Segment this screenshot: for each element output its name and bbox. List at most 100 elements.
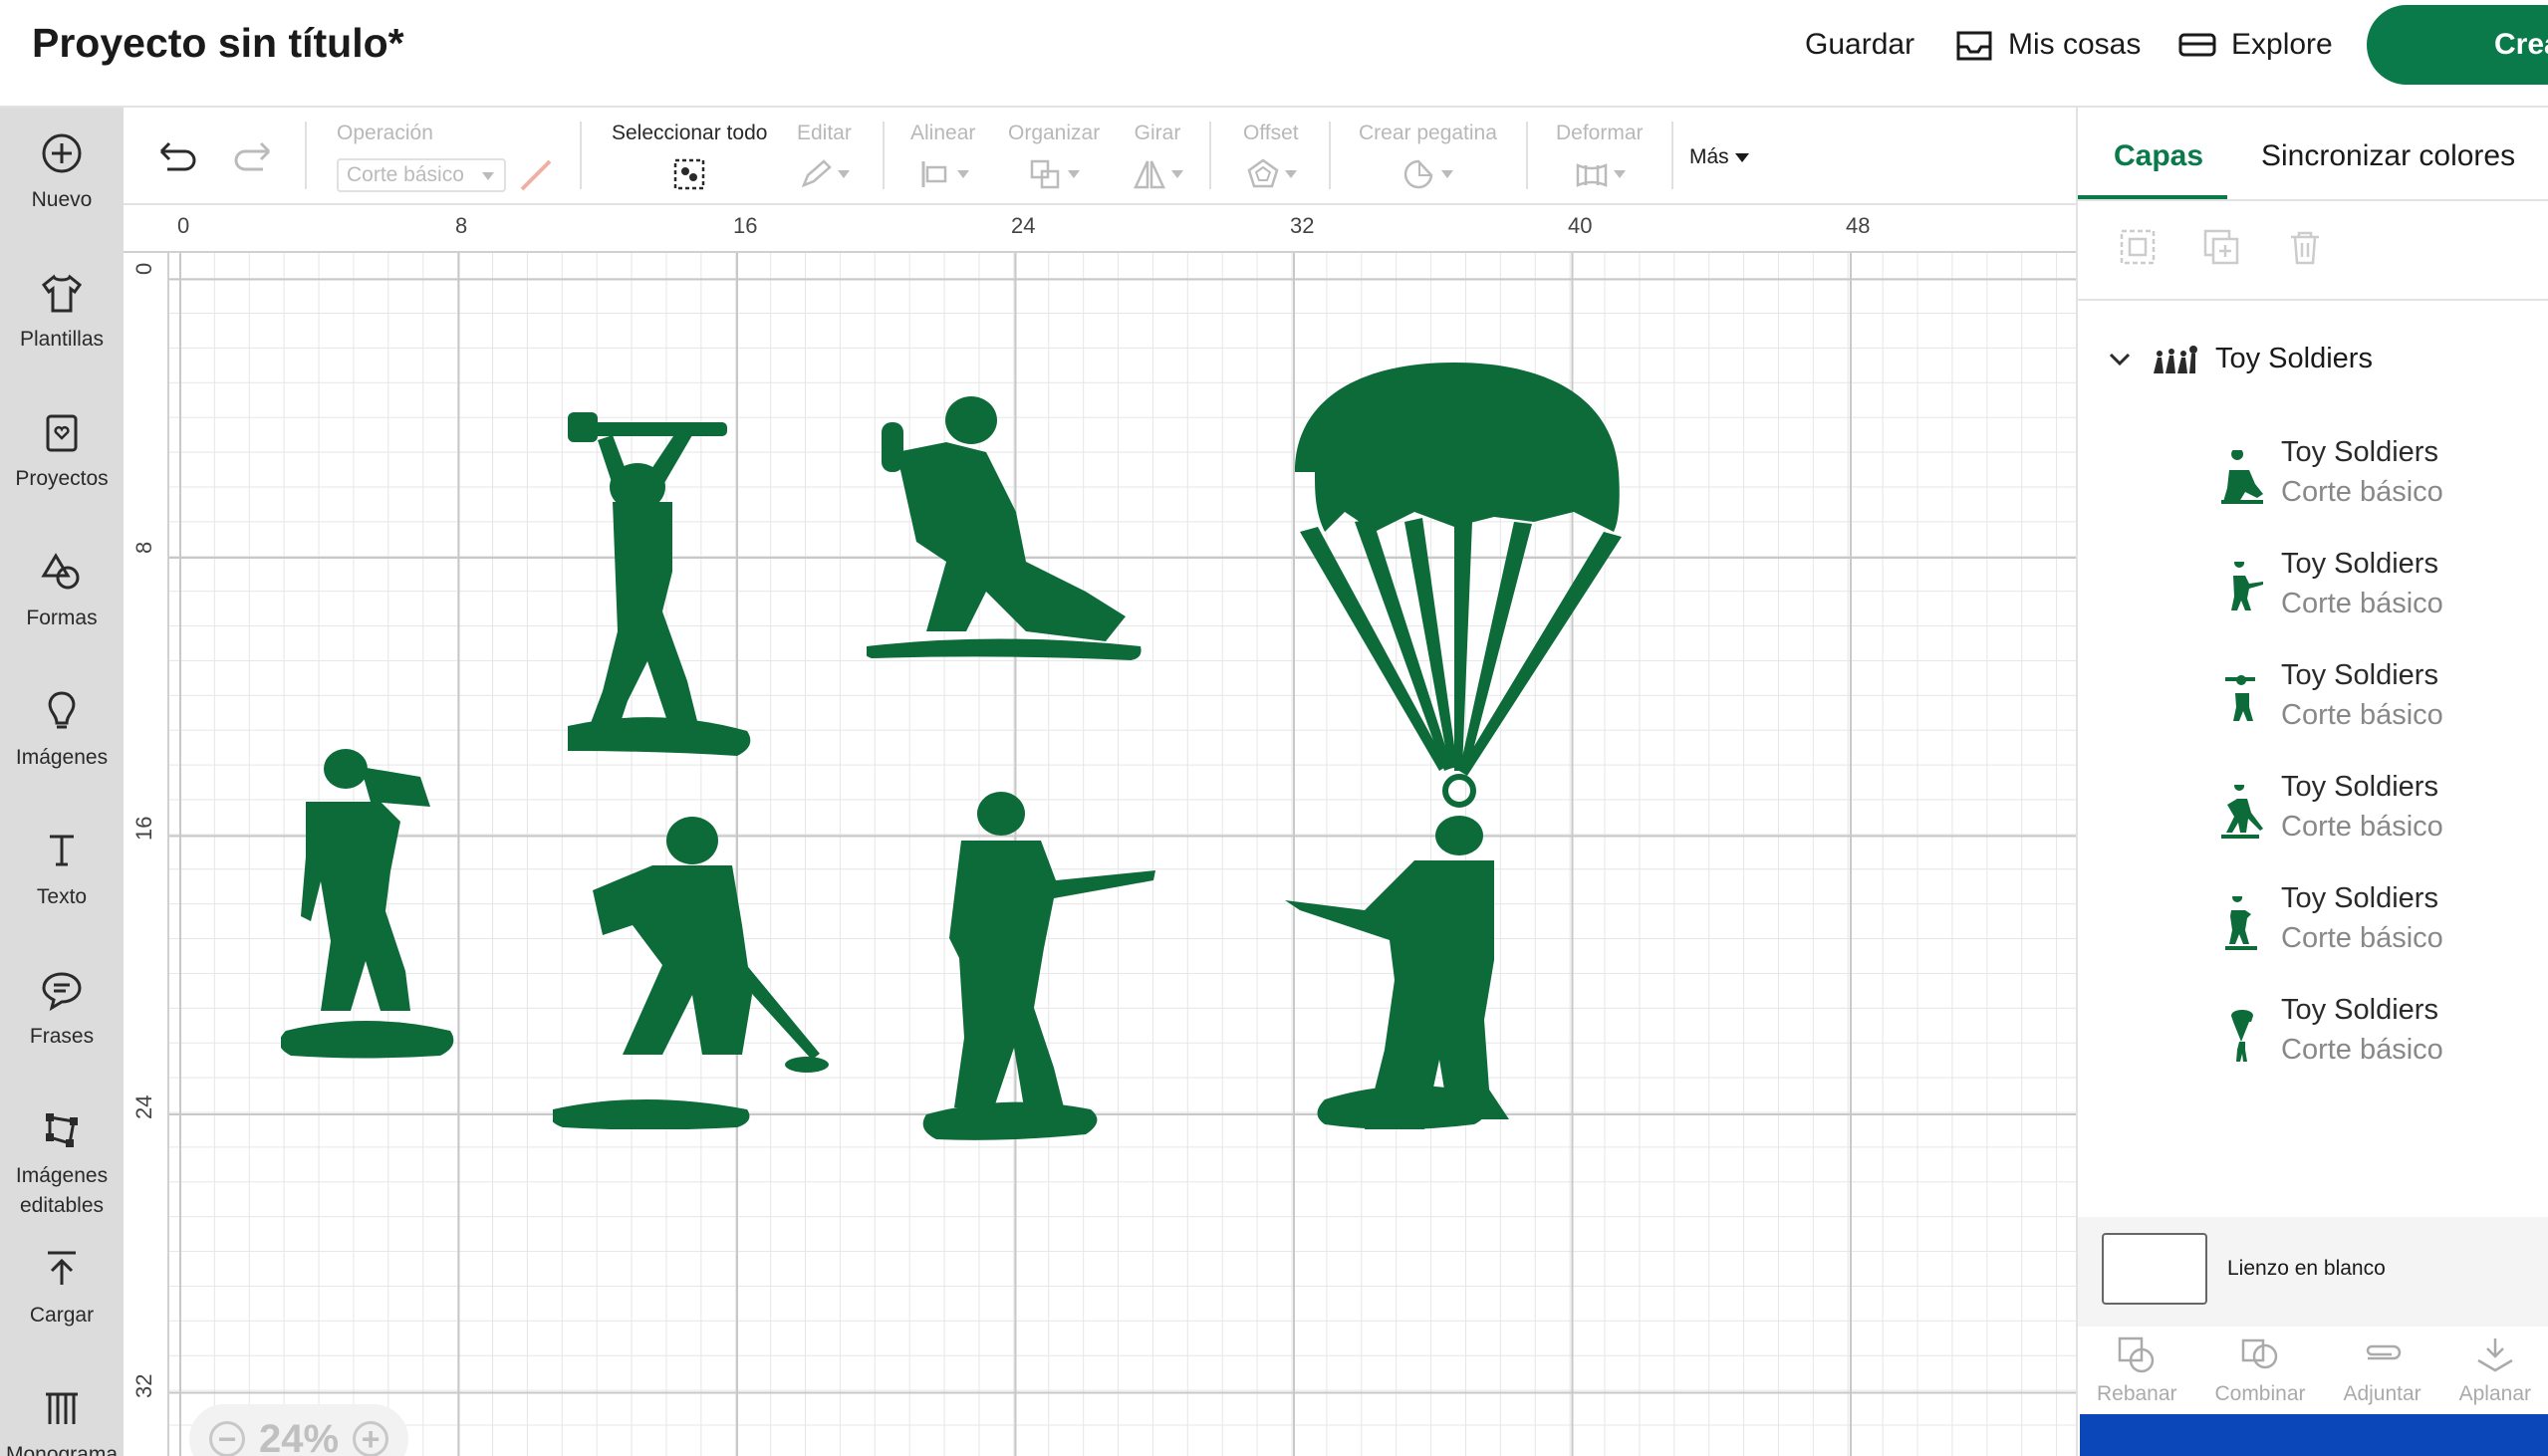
warp-label: Deformar (1556, 121, 1644, 144)
slice-label: Rebanar (2096, 1382, 2177, 1405)
layer-item[interactable]: Toy Soldiers Corte básico (2217, 436, 2536, 536)
ruler-tick-label: 8 (131, 541, 156, 554)
chevron-down-icon[interactable] (2108, 350, 2132, 369)
blank-canvas-swatch[interactable] (2102, 1233, 2207, 1305)
clipboard-heart-icon (46, 414, 78, 452)
layer-group-row[interactable]: Toy Soldiers (2108, 343, 2373, 375)
monogram-icon (46, 1392, 78, 1424)
layer-item[interactable]: Toy Soldiers Corte básico (2217, 882, 2536, 982)
organize-group[interactable]: Organizar (1008, 121, 1100, 191)
save-button[interactable]: Guardar (1805, 28, 1914, 62)
layer-name: Toy Soldiers (2281, 659, 2438, 691)
group-icon[interactable] (2118, 227, 2158, 267)
make-button[interactable]: Crear (2367, 5, 2548, 85)
duplicate-icon[interactable] (2201, 227, 2241, 267)
trash-icon[interactable] (2285, 227, 2325, 267)
ruler-tick-label: 16 (131, 816, 156, 841)
layer-operation: Corte básico (2281, 699, 2443, 731)
sidebar-item-editable-images[interactable]: Imágenes editables (0, 1107, 124, 1221)
tab-color-sync[interactable]: Sincronizar colores (2261, 139, 2515, 173)
operation-label: Operación (337, 121, 433, 144)
tab-layers[interactable]: Capas (2114, 139, 2203, 173)
combine-button[interactable]: Combinar (2214, 1325, 2306, 1414)
sidebar-item-upload[interactable]: Cargar (0, 1247, 124, 1331)
toy-soldier-saluting[interactable] (281, 747, 455, 1066)
rotate-label: Girar (1134, 121, 1181, 144)
layers-panel: Capas Sincronizar colores Toy Soldiers T… (2076, 108, 2548, 1456)
sidebar-item-phrases[interactable]: Frases (0, 968, 124, 1052)
more-button[interactable]: Más (1689, 145, 1749, 169)
layer-thumbnail-icon (2225, 896, 2257, 950)
align-label: Alinear (910, 121, 976, 144)
ruler-top: 0 8 16 24 32 40 48 (124, 205, 2076, 253)
sidebar-item-monogram[interactable]: Monograma (0, 1386, 124, 1456)
warp-icon (1576, 163, 1608, 187)
sidebar-item-new[interactable]: Nuevo (0, 131, 124, 215)
design-canvas[interactable] (169, 253, 2076, 1456)
toy-soldier-parachute[interactable] (1285, 363, 1624, 1129)
align-icon (921, 161, 946, 187)
layer-name: Toy Soldiers (2281, 548, 2438, 580)
sidebar-item-projects[interactable]: Proyectos (0, 410, 124, 494)
inbox-icon (1956, 31, 1992, 61)
layer-thumbnail-icon (2221, 450, 2263, 504)
sticker-group[interactable]: Crear pegatina (1359, 121, 1497, 191)
sticker-label: Crear pegatina (1359, 121, 1497, 144)
align-group[interactable]: Alinear (910, 121, 975, 191)
layer-actions (2118, 227, 2325, 267)
sidebar-label: Texto (36, 885, 88, 908)
my-stuff-link[interactable]: Mis cosas (1954, 24, 2141, 66)
edit-toolbar: Operación Corte básico Seleccionar todo … (124, 108, 2076, 205)
select-all-label: Seleccionar todo (612, 121, 768, 144)
toy-soldier-rifle-forward[interactable] (921, 786, 1170, 1144)
offset-group[interactable]: Offset (1243, 121, 1299, 191)
explore-link[interactable]: Explore (2177, 24, 2333, 66)
layer-item[interactable]: Toy Soldiers Corte básico (2217, 659, 2536, 759)
layer-bottom-actions: Rebanar Combinar Adjuntar Aplanar (2078, 1325, 2548, 1414)
sidebar-label: Nuevo (31, 188, 93, 211)
group-thumbnail-icon (2154, 345, 2197, 373)
slice-button[interactable]: Rebanar (2097, 1325, 2177, 1414)
promo-banner[interactable] (2080, 1414, 2548, 1456)
organize-icon (1030, 159, 1060, 189)
toy-soldier-kneeling[interactable] (867, 392, 1146, 661)
sidebar-item-shapes[interactable]: Formas (0, 550, 124, 633)
flatten-button[interactable]: Aplanar (2459, 1325, 2531, 1414)
sidebar-label: Formas (26, 607, 98, 629)
layer-operation: Corte básico (2281, 588, 2443, 619)
select-all-group[interactable]: Seleccionar todo (612, 121, 767, 191)
project-title[interactable]: Proyecto sin título* (32, 20, 404, 67)
sidebar-item-text[interactable]: Texto (0, 829, 124, 912)
operation-select[interactable]: Corte básico (337, 158, 506, 192)
my-stuff-label: Mis cosas (2008, 28, 2142, 61)
combine-icon (2241, 1338, 2278, 1369)
sidebar-label: Imágenes (15, 746, 109, 769)
zoom-in-button[interactable]: + (353, 1421, 389, 1456)
rotate-group[interactable]: Girar (1132, 121, 1183, 191)
layer-item[interactable]: Toy Soldiers Corte básico (2217, 548, 2536, 647)
pencil-icon (802, 159, 833, 188)
layer-item[interactable]: Toy Soldiers Corte básico (2217, 771, 2536, 870)
sidebar-item-images[interactable]: Imágenes (0, 689, 124, 773)
ruler-tick-label: 16 (733, 213, 758, 238)
attach-button[interactable]: Adjuntar (2343, 1325, 2421, 1414)
combine-label: Combinar (2214, 1382, 2306, 1405)
speech-bubble-icon (42, 972, 82, 1012)
toy-soldier-mine-detector[interactable] (553, 811, 832, 1129)
redo-icon[interactable] (231, 137, 275, 177)
attach-label: Adjuntar (2343, 1382, 2421, 1405)
undo-icon[interactable] (155, 137, 199, 177)
layer-item[interactable]: Toy Soldiers Corte básico (2217, 994, 2536, 1093)
zoom-level: 24% (258, 1416, 340, 1456)
flatten-icon (2477, 1338, 2513, 1372)
sidebar-label: Imágenes editables (15, 1164, 109, 1217)
zoom-out-button[interactable]: − (208, 1421, 245, 1456)
edit-group[interactable]: Editar (797, 121, 852, 191)
ruler-tick-label: 48 (1846, 213, 1871, 238)
sidebar-item-templates[interactable]: Plantillas (0, 271, 124, 355)
blank-canvas-row[interactable]: Lienzo en blanco (2078, 1217, 2548, 1327)
text-icon (50, 835, 74, 866)
warp-group[interactable]: Deformar (1556, 121, 1644, 191)
color-swatch-icon[interactable] (518, 157, 554, 193)
toy-soldier-rifle-overhead[interactable] (568, 392, 767, 761)
